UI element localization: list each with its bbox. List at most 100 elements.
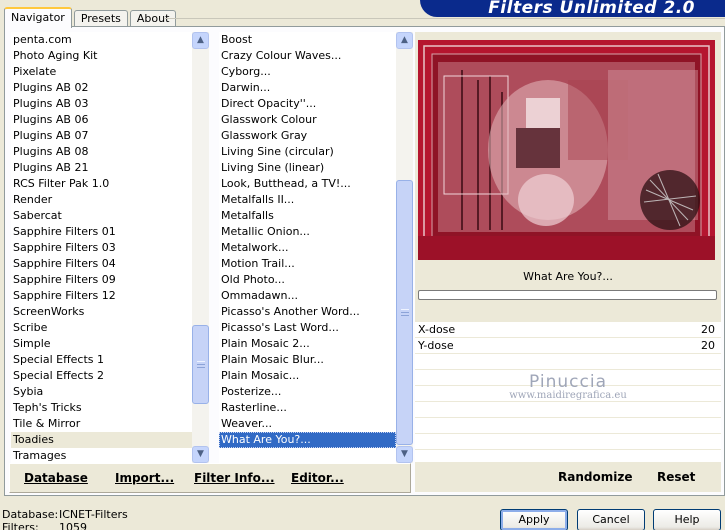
list-item[interactable]: Tramages [11, 448, 192, 463]
list-item[interactable]: Crazy Colour Waves... [219, 48, 396, 64]
watermark-url: www.maidiregrafica.eu [509, 390, 627, 401]
preview-image [418, 40, 715, 260]
scroll-thumb[interactable] [192, 325, 209, 404]
banner-divider [165, 18, 725, 19]
param-row-empty [415, 402, 721, 418]
filter-name-label: What Are You?... [523, 270, 613, 283]
list-item[interactable]: Sybia [11, 384, 192, 400]
database-button[interactable]: Database [24, 471, 88, 485]
list-item[interactable]: Rasterline... [219, 400, 396, 416]
list-item[interactable]: Plugins AB 03 [11, 96, 192, 112]
param-row-x-dose[interactable]: X-dose 20 [415, 322, 721, 338]
list-item[interactable]: Plain Mosaic 2... [219, 336, 396, 352]
param-value[interactable]: 20 [701, 322, 715, 338]
watermark: Pinuccia www.maidiregrafica.eu [415, 372, 721, 401]
list-item[interactable]: Render [11, 192, 192, 208]
list-item[interactable]: Living Sine (linear) [219, 160, 396, 176]
tab-presets[interactable]: Presets [73, 10, 128, 27]
apply-button[interactable]: Apply [500, 509, 568, 530]
list-item[interactable]: Metalwork... [219, 240, 396, 256]
list-item[interactable]: Picasso's Another Word... [219, 304, 396, 320]
navigator-button-bar: Database Import... Filter Info... Editor… [9, 463, 411, 493]
list-item[interactable]: ScreenWorks [11, 304, 192, 320]
list-item[interactable]: Tile & Mirror [11, 416, 192, 432]
list-item[interactable]: Boost [219, 32, 396, 48]
list-item[interactable]: Sapphire Filters 01 [11, 224, 192, 240]
navigator-panel: penta.com Photo Aging Kit Pixelate Plugins … [4, 26, 725, 496]
list-item[interactable]: Plugins AB 02 [11, 80, 192, 96]
import-button[interactable]: Import... [115, 471, 174, 485]
list-item[interactable]: Old Photo... [219, 272, 396, 288]
category-scrollbar[interactable]: ▲ ▼ [192, 32, 209, 463]
param-row-y-dose[interactable]: Y-dose 20 [415, 338, 721, 354]
list-item[interactable]: Darwin... [219, 80, 396, 96]
list-item[interactable]: Toadies [11, 432, 192, 448]
list-item[interactable]: Special Effects 2 [11, 368, 192, 384]
list-item[interactable]: RCS Filter Pak 1.0 [11, 176, 192, 192]
list-item[interactable]: Pixelate [11, 64, 192, 80]
list-item[interactable]: Posterize... [219, 384, 396, 400]
scroll-down-icon[interactable]: ▼ [396, 446, 413, 463]
list-item[interactable]: Cyborg... [219, 64, 396, 80]
param-row-empty [415, 354, 721, 370]
watermark-name: Pinuccia [529, 372, 607, 392]
progress-bar [418, 290, 717, 300]
list-item[interactable]: Sapphire Filters 03 [11, 240, 192, 256]
preview-artwork [418, 40, 715, 260]
list-item[interactable]: Sapphire Filters 12 [11, 288, 192, 304]
list-item[interactable]: Simple [11, 336, 192, 352]
list-item[interactable]: penta.com [11, 32, 192, 48]
filters-label: Filters: [2, 521, 39, 530]
preview-panel: What Are You?... X-dose 20 Y-dose 20 Pin… [415, 32, 721, 492]
database-value: ICNET-Filters [59, 508, 128, 521]
list-item[interactable]: Special Effects 1 [11, 352, 192, 368]
list-item[interactable]: Ommadawn... [219, 288, 396, 304]
tab-navigator[interactable]: Navigator [4, 7, 72, 28]
list-item[interactable]: Plain Mosaic Blur... [219, 352, 396, 368]
list-item[interactable]: Living Sine (circular) [219, 144, 396, 160]
list-item[interactable]: Metalfalls II... [219, 192, 396, 208]
list-item[interactable]: Metallic Onion... [219, 224, 396, 240]
app-title: Filters Unlimited 2.0 [488, 0, 695, 17]
list-item[interactable]: Sapphire Filters 04 [11, 256, 192, 272]
param-value[interactable]: 20 [701, 338, 715, 354]
list-item[interactable]: Glasswork Colour [219, 112, 396, 128]
param-name: X-dose [418, 323, 456, 336]
list-item[interactable]: Plain Mosaic... [219, 368, 396, 384]
list-item[interactable]: Picasso's Last Word... [219, 320, 396, 336]
list-item[interactable]: Plugins AB 08 [11, 144, 192, 160]
cancel-button[interactable]: Cancel [577, 509, 645, 530]
filter-scrollbar[interactable]: ▲ ▼ [396, 32, 413, 463]
filters-count: 1059 [59, 521, 87, 530]
list-item[interactable]: Photo Aging Kit [11, 48, 192, 64]
database-label: Database: [2, 508, 59, 521]
scroll-up-icon[interactable]: ▲ [396, 32, 413, 49]
scroll-up-icon[interactable]: ▲ [192, 32, 209, 49]
list-item[interactable]: Sapphire Filters 09 [11, 272, 192, 288]
list-item[interactable]: Look, Butthead, a TV!... [219, 176, 396, 192]
list-item[interactable]: Plugins AB 07 [11, 128, 192, 144]
app-banner: Filters Unlimited 2.0 [420, 0, 725, 17]
tab-strip: Navigator Presets About [4, 6, 178, 28]
category-list[interactable]: penta.com Photo Aging Kit Pixelate Plugins … [11, 32, 192, 463]
reset-button[interactable]: Reset [657, 470, 695, 484]
randomize-button[interactable]: Randomize [558, 470, 632, 484]
list-item[interactable]: Direct Opacity''... [219, 96, 396, 112]
list-item[interactable]: Sabercat [11, 208, 192, 224]
list-item[interactable]: Weaver... [219, 416, 396, 432]
editor-button[interactable]: Editor... [291, 471, 344, 485]
list-item[interactable]: Plugins AB 21 [11, 160, 192, 176]
list-item[interactable]: Scribe [11, 320, 192, 336]
list-item[interactable]: Plugins AB 06 [11, 112, 192, 128]
list-item[interactable]: Motion Trail... [219, 256, 396, 272]
scroll-thumb[interactable] [396, 180, 413, 445]
help-button[interactable]: Help [653, 509, 721, 530]
list-item[interactable]: Metalfalls [219, 208, 396, 224]
list-item[interactable]: Glasswork Gray [219, 128, 396, 144]
param-row-empty [415, 418, 721, 434]
filter-list[interactable]: Boost Crazy Colour Waves... Cyborg... Darwi… [219, 32, 396, 463]
scroll-down-icon[interactable]: ▼ [192, 446, 209, 463]
list-item[interactable]: Teph's Tricks [11, 400, 192, 416]
list-item[interactable]: What Are You?... [219, 432, 396, 448]
filter-info-button[interactable]: Filter Info... [194, 471, 275, 485]
